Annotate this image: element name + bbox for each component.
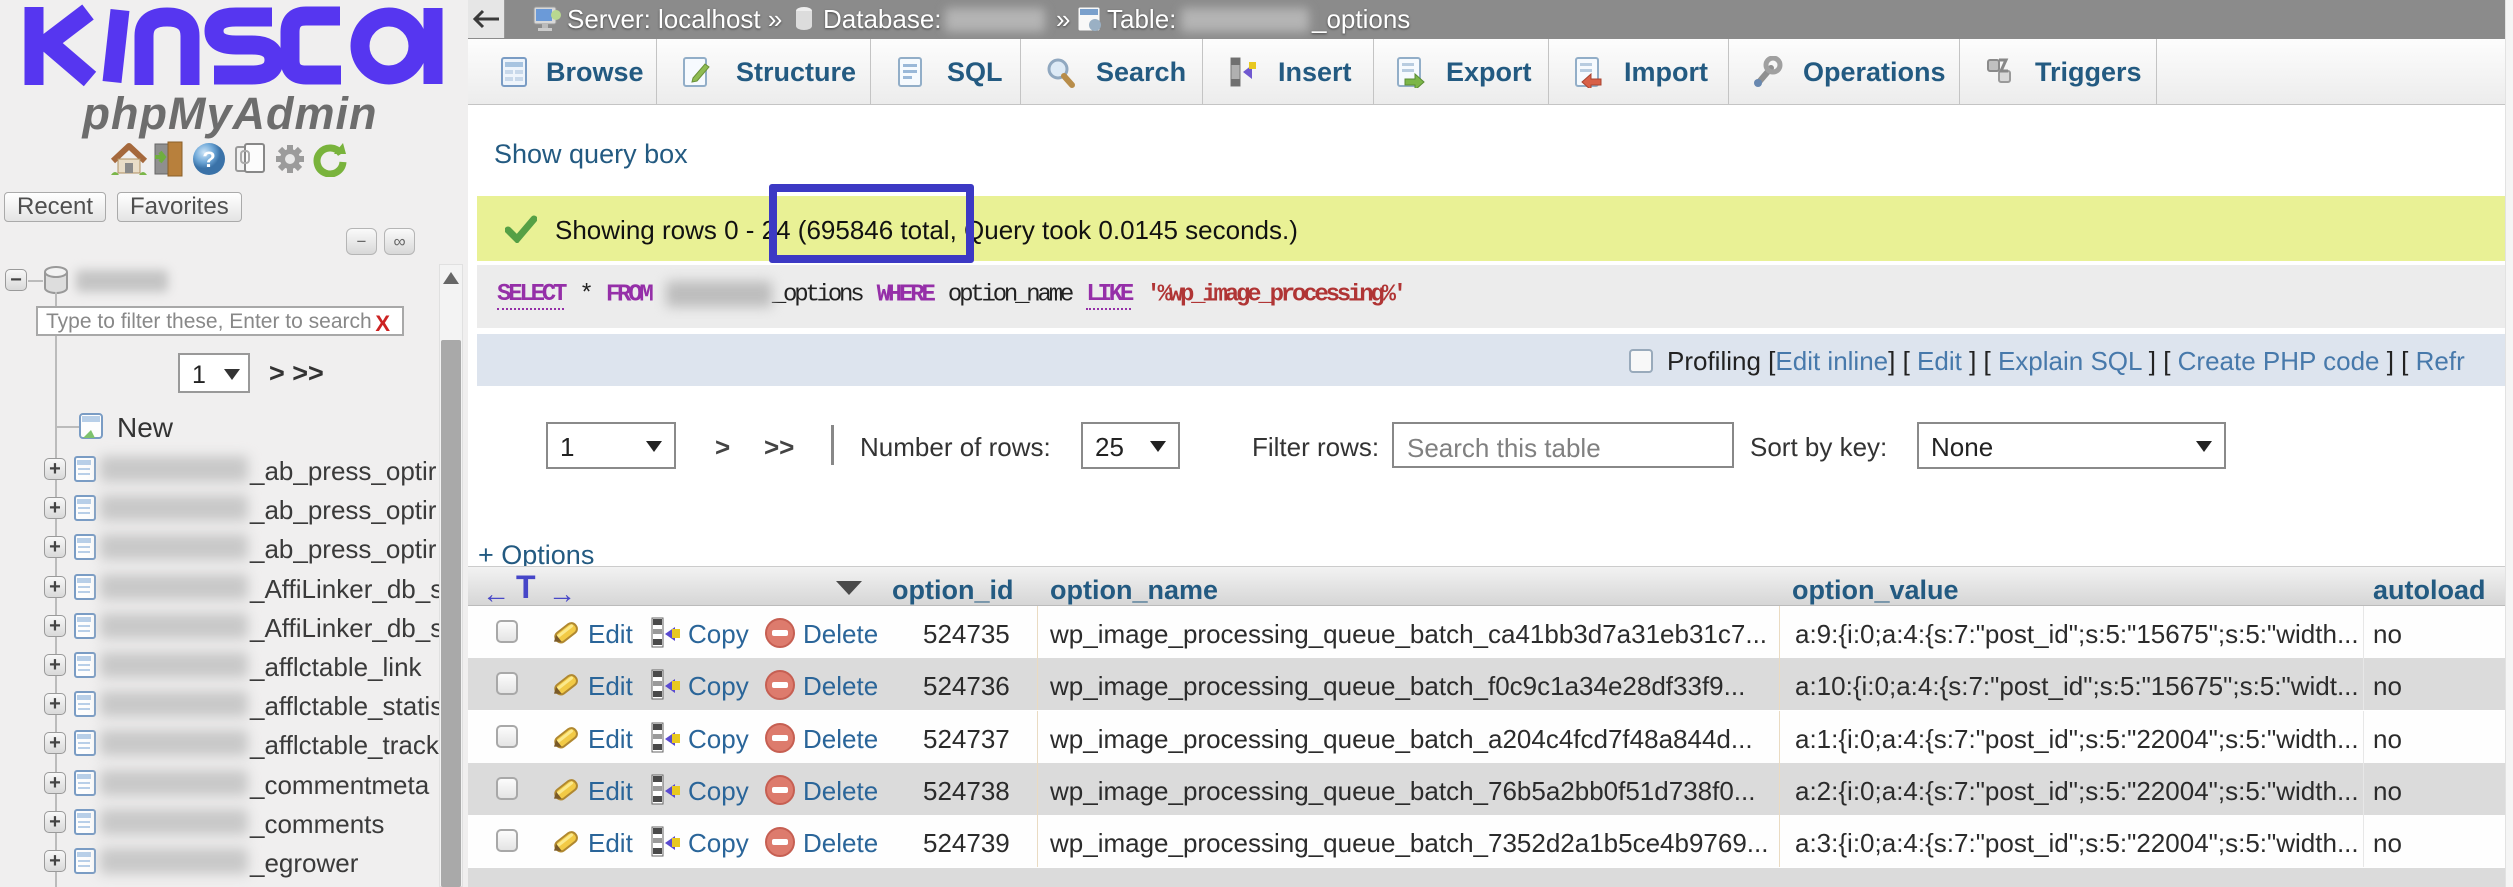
svg-text:?: ?: [202, 147, 215, 172]
